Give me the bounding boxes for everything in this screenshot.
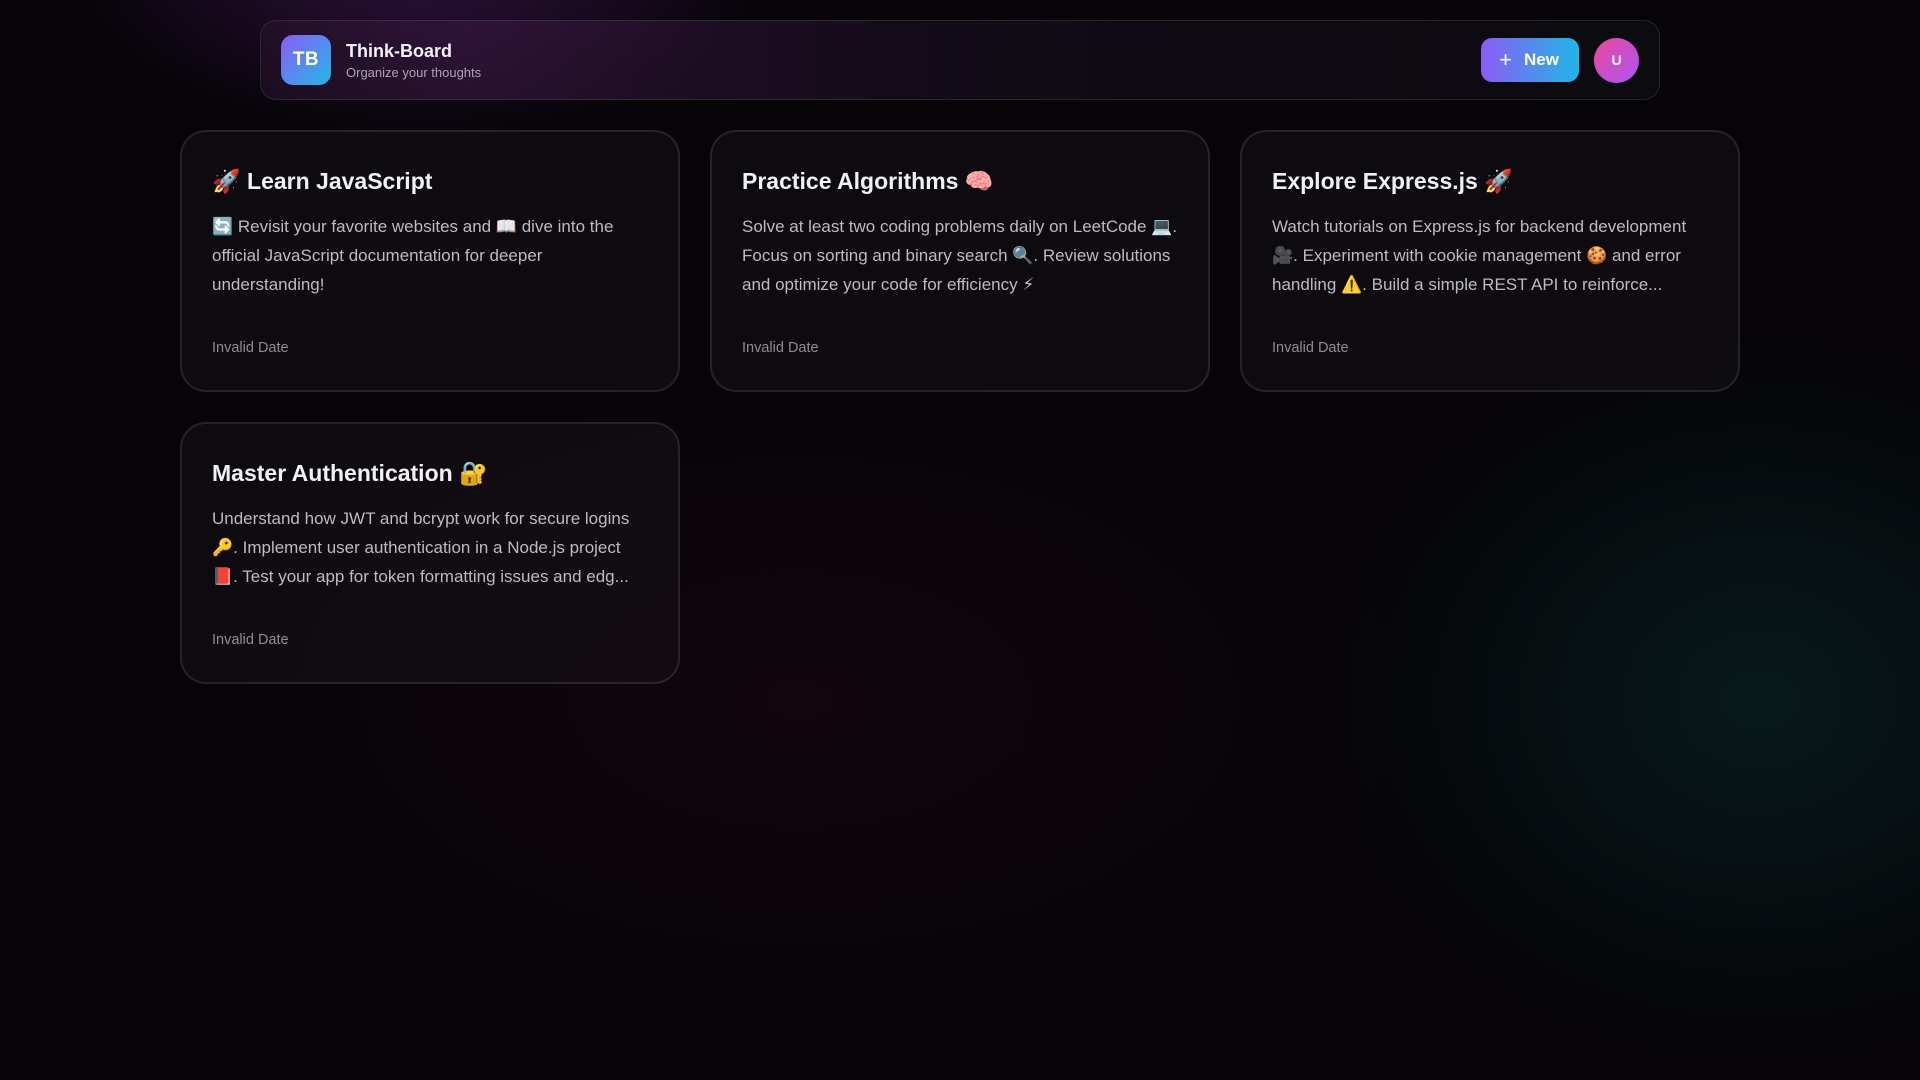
note-card[interactable]: Practice Algorithms 🧠 Solve at least two… [710, 130, 1210, 392]
note-date: Invalid Date [742, 340, 819, 356]
notes-grid: 🚀 Learn JavaScript 🔄 Revisit your favori… [180, 130, 1740, 684]
note-title: Master Authentication 🔐 [212, 460, 488, 486]
note-date: Invalid Date [212, 632, 289, 648]
note-title: 🚀 Learn JavaScript [212, 168, 433, 194]
note-title: Explore Express.js 🚀 [1272, 168, 1513, 194]
new-note-button-label: New [1524, 50, 1559, 69]
app-logo[interactable]: TB [281, 35, 331, 85]
note-card[interactable]: 🚀 Learn JavaScript 🔄 Revisit your favori… [180, 130, 680, 392]
note-body: 🔄 Revisit your favorite websites and 📖 d… [212, 217, 614, 294]
plus-icon: + [1499, 47, 1513, 72]
brand: Think-Board Organize your thoughts [346, 41, 481, 80]
note-date: Invalid Date [1272, 340, 1349, 356]
new-note-button[interactable]: + New [1481, 38, 1579, 82]
note-card[interactable]: Explore Express.js 🚀 Watch tutorials on … [1240, 130, 1740, 392]
note-date: Invalid Date [212, 340, 289, 356]
note-title: Practice Algorithms 🧠 [742, 168, 994, 194]
user-avatar[interactable]: U [1594, 37, 1639, 83]
note-body: Understand how JWT and bcrypt work for s… [212, 509, 630, 586]
app-subtitle: Organize your thoughts [346, 64, 482, 80]
note-card[interactable]: Master Authentication 🔐 Understand how J… [180, 422, 680, 684]
note-body: Solve at least two coding problems daily… [742, 217, 1178, 294]
top-navbar: TB Think-Board Organize your thoughts + … [260, 20, 1660, 100]
app-title: Think-Board [346, 40, 452, 61]
note-body: Watch tutorials on Express.js for backen… [1272, 217, 1687, 294]
